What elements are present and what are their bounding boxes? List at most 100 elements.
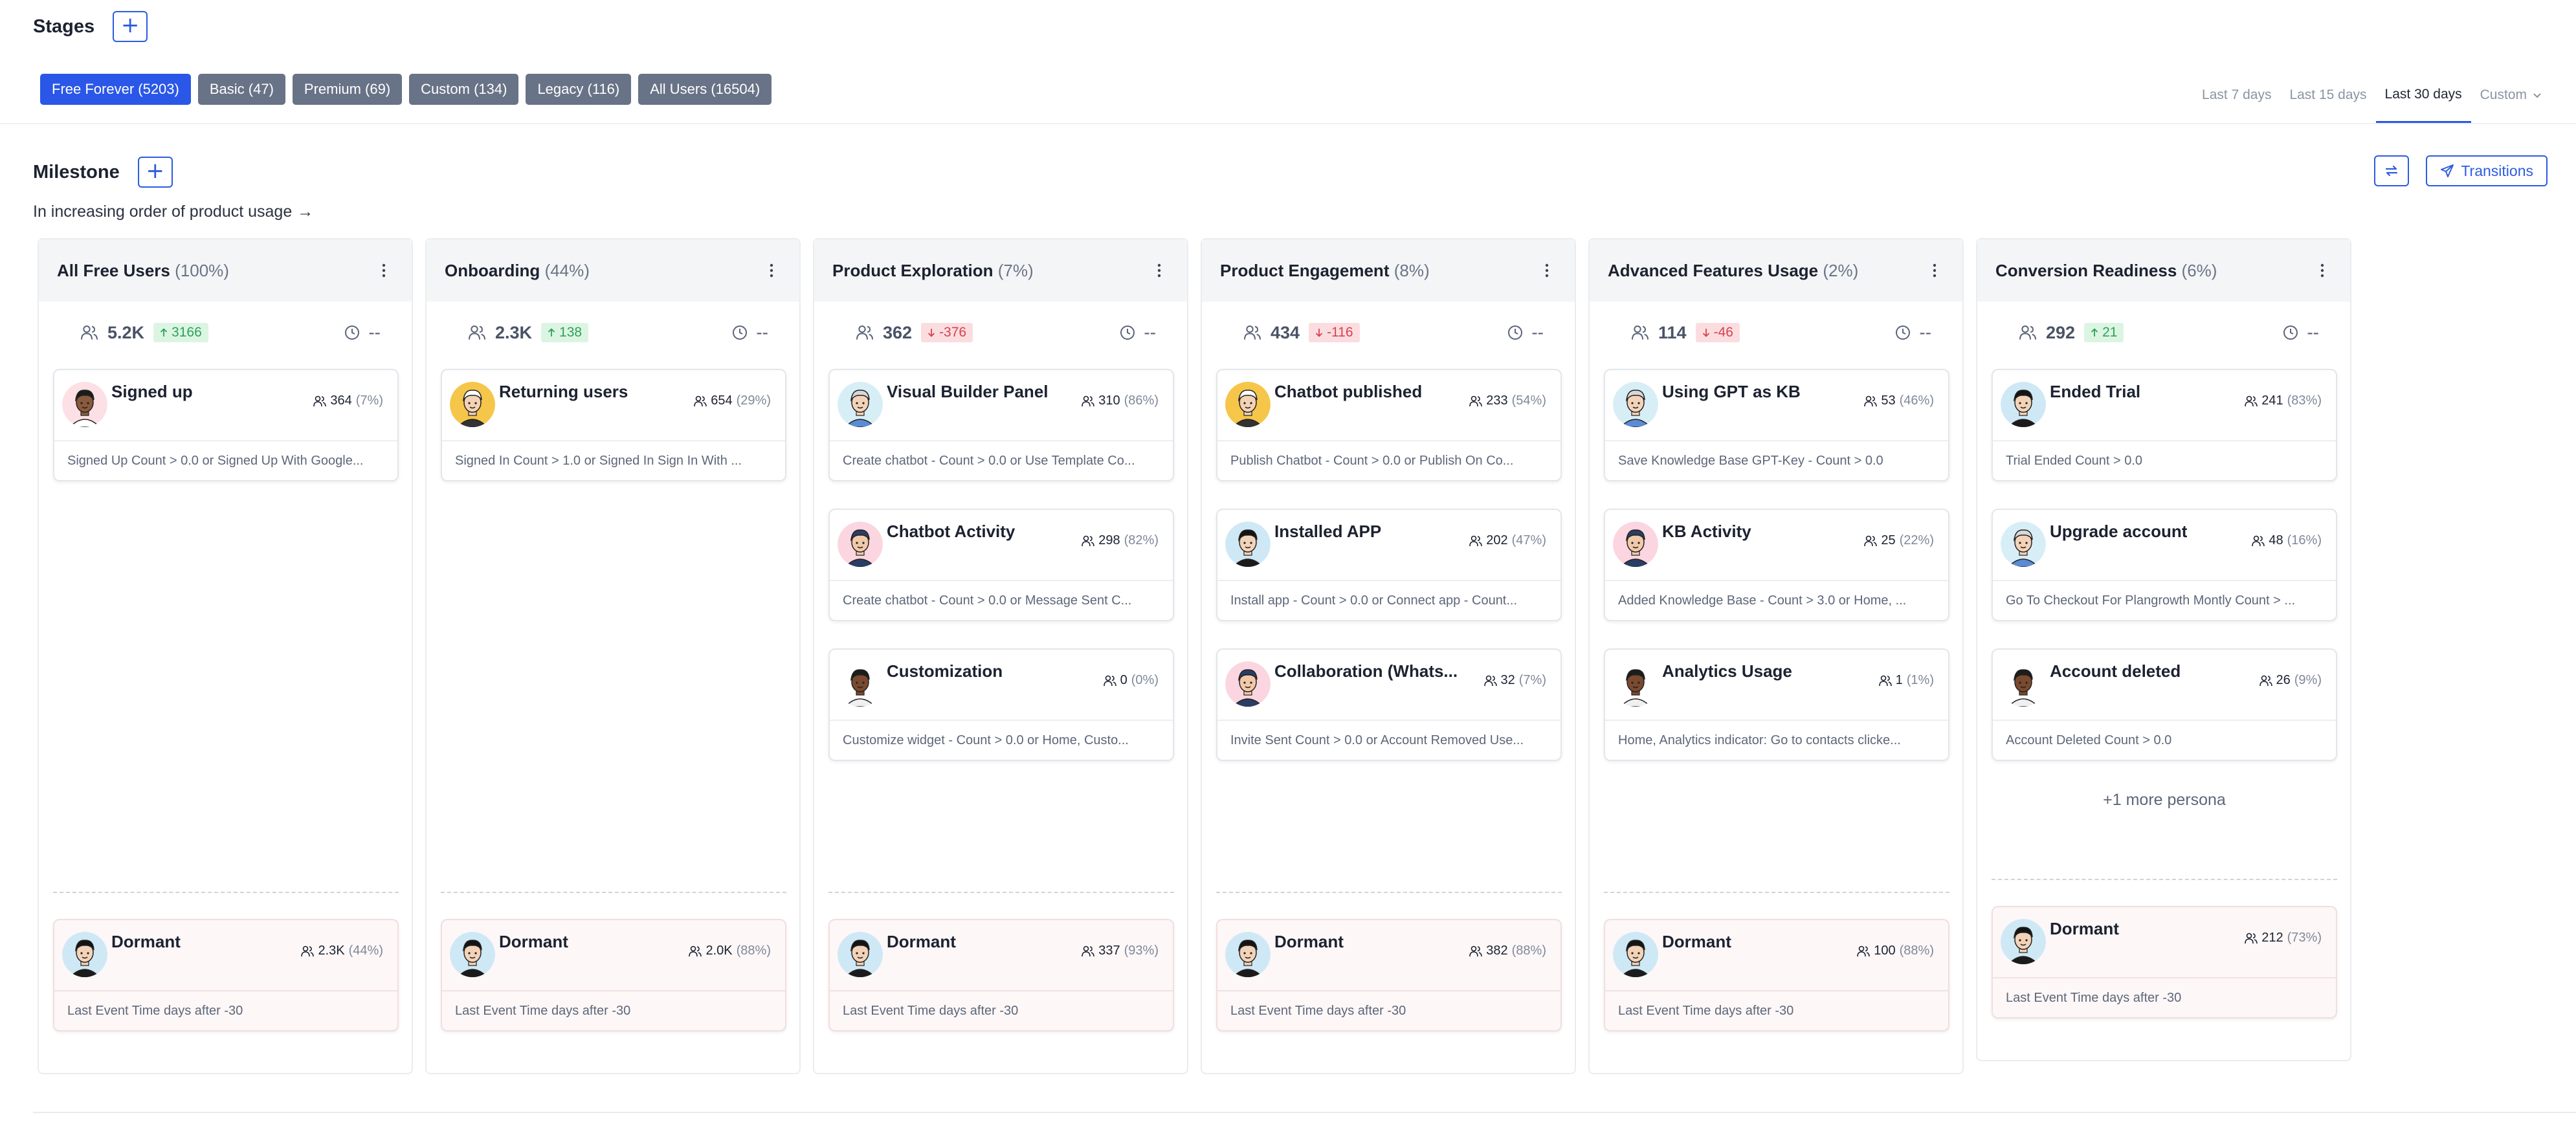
persona-criteria-text: Signed In Count > 1.0 or Signed In Sign …	[455, 453, 742, 468]
persona-card[interactable]: Using GPT as KB 53 (46%) Save Knowledge B…	[1604, 369, 1949, 481]
column-delta-value: -116	[1327, 325, 1353, 340]
stages-title: Stages	[33, 16, 95, 37]
users-icon	[1244, 326, 1261, 340]
persona-card[interactable]: Analytics Usage 1 (1%) Home, Analytics in…	[1604, 648, 1949, 761]
clock-icon	[733, 326, 748, 340]
dormant-divider	[1604, 892, 1949, 893]
segment-free-forever[interactable]: Free Forever (5203)	[40, 74, 191, 105]
column-users-stat: 292 21	[2019, 320, 2124, 346]
persona-card[interactable]: Upgrade account 48 (16%) Go To Checkout F…	[1992, 509, 2337, 621]
persona-card[interactable]: Signed up 364 (7%) Signed Up Count > 0.0 …	[53, 369, 399, 481]
refresh-button[interactable]	[2374, 155, 2410, 186]
persona-count: 654 (29%)	[694, 393, 771, 408]
column-menu-button[interactable]	[1149, 258, 1169, 283]
column-time-stat: --	[1507, 320, 1544, 346]
dormant-card[interactable]: Dormant 100 (88%) Last Event Time days af…	[1604, 919, 1949, 1032]
dormant-divider	[828, 892, 1174, 893]
persona-criteria-text: Create chatbot - Count > 0.0 or Message …	[843, 593, 1132, 608]
users-icon	[1878, 675, 1892, 686]
dormant-card[interactable]: Dormant 212 (73%) Last Event Time days af…	[1992, 906, 2337, 1019]
add-milestone-button[interactable]: +	[137, 157, 173, 188]
column-menu-button[interactable]	[1925, 258, 1944, 283]
column-menu-button[interactable]	[2313, 258, 2332, 283]
more-persona-link[interactable]: +1 more persona	[1992, 791, 2337, 810]
range-tab-last-15-days[interactable]: Last 15 days	[2280, 67, 2375, 123]
persona-card-header: Visual Builder Panel 310 (86%)	[830, 370, 1173, 440]
dormant-card[interactable]: Dormant 382 (88%) Last Event Time days af…	[1216, 919, 1562, 1032]
persona-count-percent: (22%)	[1899, 533, 1934, 547]
range-tab-custom[interactable]: Custom	[2471, 67, 2551, 123]
segment-custom[interactable]: Custom (134)	[409, 74, 519, 105]
users-icon	[469, 326, 485, 340]
column-delta-badge: 138	[541, 323, 589, 342]
dormant-criteria: Last Event Time days after -30	[54, 990, 397, 1030]
transitions-button[interactable]: Transitions	[2426, 155, 2548, 186]
column-delta-value: -46	[1713, 325, 1733, 340]
persona-count: 53 (46%)	[1864, 393, 1934, 408]
users-icon	[1469, 535, 1483, 546]
persona-card[interactable]: Installed APP 202 (47%) Install app - Cou…	[1216, 509, 1562, 621]
persona-card[interactable]: Collaboration (Whats... 32 (7%) Invite Se…	[1216, 648, 1562, 761]
persona-count: 25 (22%)	[1864, 533, 1934, 548]
column-menu-button[interactable]	[762, 258, 781, 283]
users-icon	[2252, 535, 2265, 546]
dormant-card-header: Dormant 382 (88%)	[1217, 920, 1560, 990]
dormant-count: 100 (88%)	[1857, 944, 1934, 958]
add-stage-button[interactable]: +	[113, 11, 148, 42]
dormant-card[interactable]: Dormant 2.3K (44%) Last Event Time days a…	[53, 919, 399, 1032]
persona-card-header: Returning users 654 (29%)	[442, 370, 785, 440]
persona-card-header: Collaboration (Whats... 32 (7%)	[1217, 650, 1560, 720]
avatar	[450, 382, 495, 427]
users-icon	[1103, 675, 1116, 686]
persona-count-percent: (1%)	[1906, 673, 1934, 687]
dormant-divider	[53, 892, 399, 893]
milestone-board: All Free Users (100%) 5.2K 3166 -- Signe…	[38, 238, 2351, 1074]
persona-card-header: Upgrade account 48 (16%)	[1993, 510, 2336, 580]
dormant-title: Dormant	[111, 932, 181, 951]
persona-card[interactable]: Chatbot Activity 298 (82%) Create chatbot…	[828, 509, 1174, 621]
column-menu-button[interactable]	[374, 258, 394, 283]
users-icon	[1864, 535, 1878, 546]
persona-card[interactable]: Account deleted 26 (9%) Account Deleted C…	[1992, 648, 2337, 761]
column-title-text: Product Exploration	[832, 260, 994, 280]
persona-criteria-text: Home, Analytics indicator: Go to contact…	[1618, 733, 1901, 747]
dormant-card[interactable]: Dormant 337 (93%) Last Event Time days af…	[828, 919, 1174, 1032]
column-menu-button[interactable]	[1537, 258, 1557, 283]
range-tab-last-30-days[interactable]: Last 30 days	[2375, 67, 2471, 123]
header-divider	[0, 123, 2576, 124]
dormant-card-header: Dormant 100 (88%)	[1605, 920, 1948, 990]
users-icon	[1082, 535, 1095, 546]
dormant-count: 337 (93%)	[1082, 944, 1159, 958]
column-users-stat: 2.3K 138	[468, 320, 589, 346]
dormant-card[interactable]: Dormant 2.0K (88%) Last Event Time days a…	[441, 919, 786, 1032]
persona-title: Ended Trial	[2050, 382, 2141, 401]
segment-basic[interactable]: Basic (47)	[197, 74, 285, 105]
persona-count-percent: (54%)	[1511, 393, 1546, 408]
persona-criteria: Save Knowledge Base GPT-Key - Count > 0.…	[1605, 440, 1948, 480]
persona-count-value: 364	[330, 393, 352, 408]
column-users-stat: 362 -376	[856, 320, 973, 346]
column-total: 292	[2046, 322, 2076, 342]
segment-premium[interactable]: Premium (69)	[292, 74, 403, 105]
persona-card[interactable]: Customization 0 (0%) Customize widget - C…	[828, 648, 1174, 761]
avatar	[838, 522, 883, 567]
column-title-text: Conversion Readiness	[1995, 260, 2177, 280]
persona-criteria: Create chatbot - Count > 0.0 or Use Temp…	[830, 440, 1173, 480]
column-percent: (2%)	[1823, 260, 1859, 280]
persona-criteria: Install app - Count > 0.0 or Connect app…	[1217, 580, 1560, 620]
persona-card[interactable]: Visual Builder Panel 310 (86%) Create cha…	[828, 369, 1174, 481]
dormant-count-percent: (44%)	[348, 944, 383, 958]
persona-criteria-text: Account Deleted Count > 0.0	[2006, 733, 2172, 747]
segment-legacy[interactable]: Legacy (116)	[526, 74, 632, 105]
range-tab-last-7-days[interactable]: Last 7 days	[2193, 67, 2280, 123]
arrow-up-icon	[160, 328, 168, 337]
persona-criteria: Customize widget - Count > 0.0 or Home, …	[830, 720, 1173, 760]
persona-card[interactable]: Chatbot published 233 (54%) Publish Chatb…	[1216, 369, 1562, 481]
persona-card[interactable]: KB Activity 25 (22%) Added Knowledge Base…	[1604, 509, 1949, 621]
milestone-title: Milestone	[33, 161, 120, 182]
segment-all-users[interactable]: All Users (16504)	[638, 74, 772, 105]
persona-count: 1 (1%)	[1878, 673, 1934, 688]
persona-card[interactable]: Ended Trial 241 (83%) Trial Ended Count >…	[1992, 369, 2337, 481]
persona-title: Installed APP	[1274, 522, 1382, 541]
persona-card[interactable]: Returning users 654 (29%) Signed In Count…	[441, 369, 786, 481]
